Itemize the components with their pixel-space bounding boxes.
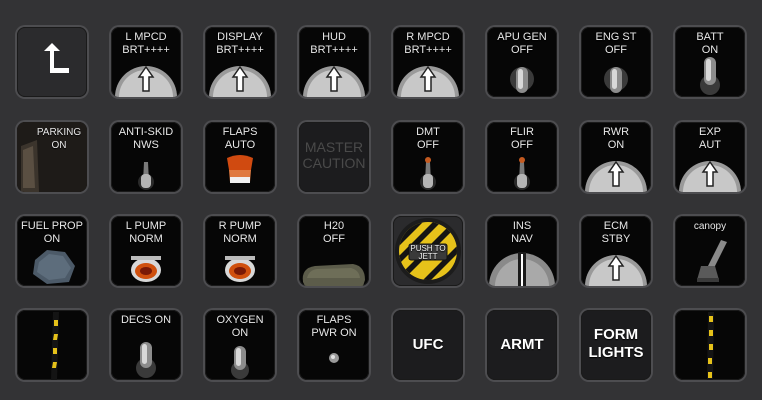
button-label: R MPCD BRT++++ bbox=[404, 31, 452, 56]
l-pump-button[interactable]: L PUMP NORM bbox=[111, 216, 181, 286]
eng-st-switch-button[interactable]: ENG ST OFF bbox=[581, 27, 651, 97]
button-label: RWR ON bbox=[602, 126, 630, 151]
h20-switch-button[interactable]: H20 OFF bbox=[299, 216, 369, 286]
ufc-button[interactable]: UFC bbox=[393, 310, 463, 380]
striped-handle-icon bbox=[51, 312, 59, 380]
button-label: ANTI-SKID NWS bbox=[118, 126, 174, 151]
display-brightness-button[interactable]: DISPLAY BRT++++ bbox=[205, 27, 275, 97]
button-label: H20 OFF bbox=[323, 220, 345, 245]
right-striped-handle-button[interactable] bbox=[675, 310, 745, 380]
ins-selector-button[interactable]: INS NAV bbox=[487, 216, 557, 286]
exp-knob-button[interactable]: EXP AUT bbox=[675, 122, 745, 192]
armt-label: ARMT bbox=[500, 336, 544, 353]
parking-brake-button[interactable]: PARKING ON bbox=[17, 122, 87, 192]
flaps-mode-button[interactable]: FLAPS AUTO bbox=[205, 122, 275, 192]
dmt-switch-button[interactable]: DMT OFF bbox=[393, 122, 463, 192]
back-button[interactable] bbox=[17, 27, 87, 97]
button-label: canopy bbox=[693, 221, 727, 232]
button-label: OXYGEN ON bbox=[216, 314, 264, 339]
button-label: ENG ST OFF bbox=[595, 31, 637, 56]
button-label: ECM STBY bbox=[601, 220, 631, 245]
button-label: R PUMP NORM bbox=[218, 220, 262, 245]
button-label: FLIR OFF bbox=[510, 126, 534, 151]
apu-gen-switch-button[interactable]: APU GEN OFF bbox=[487, 27, 557, 97]
stream-deck-panel: L MPCD BRT++++ DISPLAY BRT++++ HUD BRT++… bbox=[0, 0, 762, 400]
back-arrow-icon bbox=[44, 43, 69, 73]
left-striped-handle-button[interactable] bbox=[17, 310, 87, 380]
button-label: DMT OFF bbox=[416, 126, 440, 151]
button-label: INS NAV bbox=[511, 220, 533, 245]
button-label: FLAPS AUTO bbox=[222, 126, 258, 151]
button-label: BATT ON bbox=[696, 31, 724, 56]
flaps-pwr-button[interactable]: FLAPS PWR ON bbox=[299, 310, 369, 380]
button-label: APU GEN OFF bbox=[497, 31, 547, 56]
button-label: DECS ON bbox=[120, 314, 172, 326]
fuel-prop-button[interactable]: FUEL PROP ON bbox=[17, 216, 87, 286]
batt-switch-button[interactable]: BATT ON bbox=[675, 27, 745, 97]
push-to-jett-button[interactable]: PUSH TO JETT bbox=[393, 216, 463, 286]
hud-brightness-button[interactable]: HUD BRT++++ bbox=[299, 27, 369, 97]
button-label: EXP AUT bbox=[698, 126, 721, 151]
ufc-label: UFC bbox=[412, 336, 444, 353]
button-label: PARKING ON bbox=[36, 127, 82, 151]
armt-button[interactable]: ARMT bbox=[487, 310, 557, 380]
l-mpcd-brightness-button[interactable]: L MPCD BRT++++ bbox=[111, 27, 181, 97]
canopy-button[interactable]: canopy bbox=[675, 216, 745, 286]
anti-skid-switch-button[interactable]: ANTI-SKID NWS bbox=[111, 122, 181, 192]
r-pump-button[interactable]: R PUMP NORM bbox=[205, 216, 275, 286]
button-label: HUD BRT++++ bbox=[310, 31, 358, 56]
striped-handle-icon bbox=[707, 312, 714, 380]
button-label: FLAPS PWR ON bbox=[311, 314, 357, 339]
button-label: L MPCD BRT++++ bbox=[122, 31, 170, 56]
flir-switch-button[interactable]: FLIR OFF bbox=[487, 122, 557, 192]
button-label: L PUMP NORM bbox=[125, 220, 167, 245]
master-caution-button[interactable]: MASTER CAUTION bbox=[299, 122, 369, 192]
button-label: FUEL PROP ON bbox=[21, 220, 83, 245]
button-label: DISPLAY BRT++++ bbox=[216, 31, 264, 56]
master-caution-label: MASTER CAUTION bbox=[302, 139, 366, 171]
oxygen-switch-button[interactable]: OXYGEN ON bbox=[205, 310, 275, 380]
rwr-knob-button[interactable]: RWR ON bbox=[581, 122, 651, 192]
decs-switch-button[interactable]: DECS ON bbox=[111, 310, 181, 380]
jettison-label: PUSH TO JETT bbox=[410, 244, 446, 261]
form-lights-button[interactable]: FORM LIGHTS bbox=[581, 310, 651, 380]
r-mpcd-brightness-button[interactable]: R MPCD BRT++++ bbox=[393, 27, 463, 97]
form-lights-label: FORM LIGHTS bbox=[588, 326, 644, 361]
ecm-knob-button[interactable]: ECM STBY bbox=[581, 216, 651, 286]
